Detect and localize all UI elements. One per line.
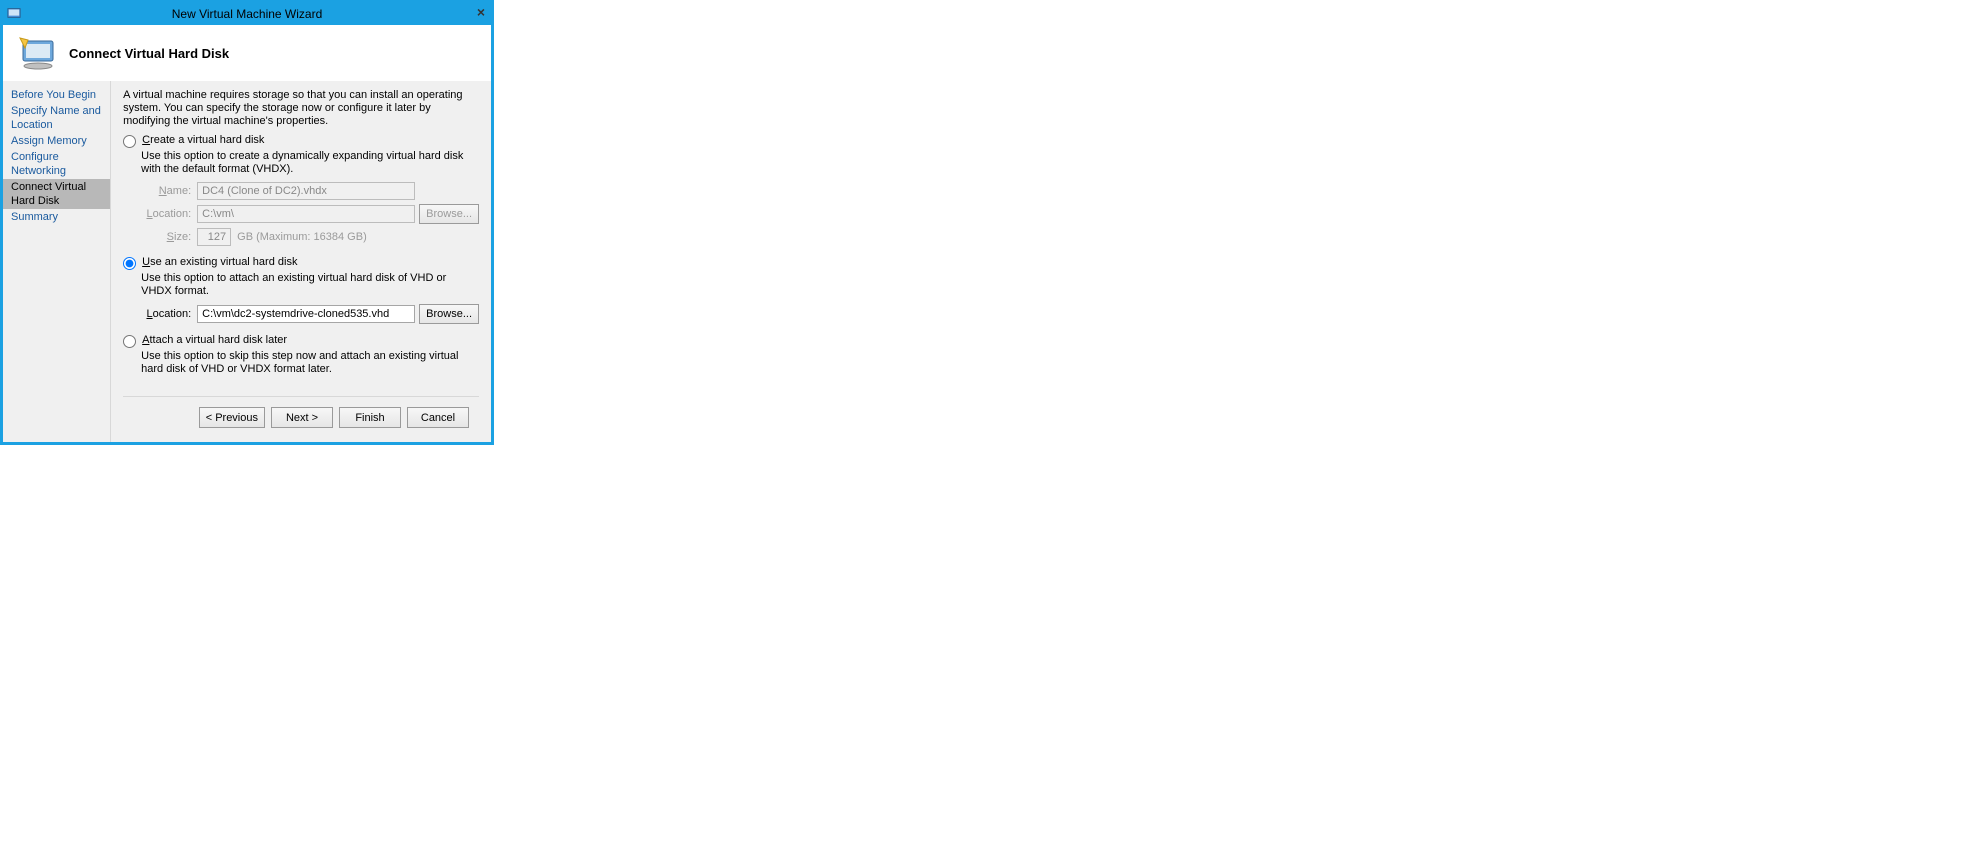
browse-existing-button[interactable]: Browse... xyxy=(419,304,479,324)
wizard-body: Before You Begin Specify Name and Locati… xyxy=(3,81,491,442)
size-suffix: GB (Maximum: 16384 GB) xyxy=(237,231,367,243)
content-panel: A virtual machine requires storage so th… xyxy=(110,81,491,442)
finish-button[interactable]: Finish xyxy=(339,407,401,428)
page-title: Connect Virtual Hard Disk xyxy=(69,46,229,61)
radio-attach-later[interactable] xyxy=(123,335,136,348)
radio-create[interactable] xyxy=(123,135,136,148)
next-button[interactable]: Next > xyxy=(271,407,333,428)
titlebar[interactable]: New Virtual Machine Wizard × xyxy=(3,3,491,25)
radio-existing[interactable] xyxy=(123,257,136,270)
sidebar-item-summary[interactable]: Summary xyxy=(3,209,110,225)
sidebar-item-before-you-begin[interactable]: Before You Begin xyxy=(3,87,110,103)
option-create-vhd[interactable]: Create a virtual hard disk xyxy=(123,134,479,148)
create-help: Use this option to create a dynamically … xyxy=(141,150,479,176)
wizard-header: Connect Virtual Hard Disk xyxy=(3,25,491,81)
sidebar-item-connect-virtual-hard-disk[interactable]: Connect Virtual Hard Disk xyxy=(3,179,110,209)
option-existing-vhd[interactable]: Use an existing virtual hard disk xyxy=(123,256,479,270)
sidebar-item-name-location[interactable]: Specify Name and Location xyxy=(3,103,110,133)
cancel-button[interactable]: Cancel xyxy=(407,407,469,428)
attach-later-help: Use this option to skip this step now an… xyxy=(141,350,479,376)
name-input xyxy=(197,182,415,200)
window-title: New Virtual Machine Wizard xyxy=(172,7,323,21)
footer-buttons: < Previous Next > Finish Cancel xyxy=(123,396,479,438)
option-attach-later[interactable]: Attach a virtual hard disk later xyxy=(123,334,479,348)
app-icon xyxy=(7,6,21,20)
existing-help: Use this option to attach an existing vi… xyxy=(141,272,479,298)
create-fieldset: Name: Location: Browse... Size: GB (Maxi… xyxy=(141,182,479,246)
radio-attach-later-label: Attach a virtual hard disk later xyxy=(142,334,287,346)
browse-create-button: Browse... xyxy=(419,204,479,224)
radio-existing-label: Use an existing virtual hard disk xyxy=(142,256,297,268)
existing-fieldset: Location: Browse... xyxy=(141,304,479,324)
previous-button[interactable]: < Previous xyxy=(199,407,265,428)
vm-icon xyxy=(17,35,61,71)
wizard-window: New Virtual Machine Wizard × Connect Vir… xyxy=(0,0,494,445)
name-label: Name: xyxy=(141,185,197,197)
intro-text: A virtual machine requires storage so th… xyxy=(123,89,479,128)
sidebar: Before You Begin Specify Name and Locati… xyxy=(3,81,110,442)
sidebar-item-configure-networking[interactable]: Configure Networking xyxy=(3,149,110,179)
size-input xyxy=(197,228,231,246)
location-input xyxy=(197,205,415,223)
sidebar-item-assign-memory[interactable]: Assign Memory xyxy=(3,133,110,149)
existing-location-label: Location: xyxy=(141,308,197,320)
close-icon[interactable]: × xyxy=(477,4,485,20)
size-label: Size: xyxy=(141,231,197,243)
location-label: Location: xyxy=(141,208,197,220)
radio-create-label: Create a virtual hard disk xyxy=(142,134,264,146)
existing-location-input[interactable] xyxy=(197,305,415,323)
